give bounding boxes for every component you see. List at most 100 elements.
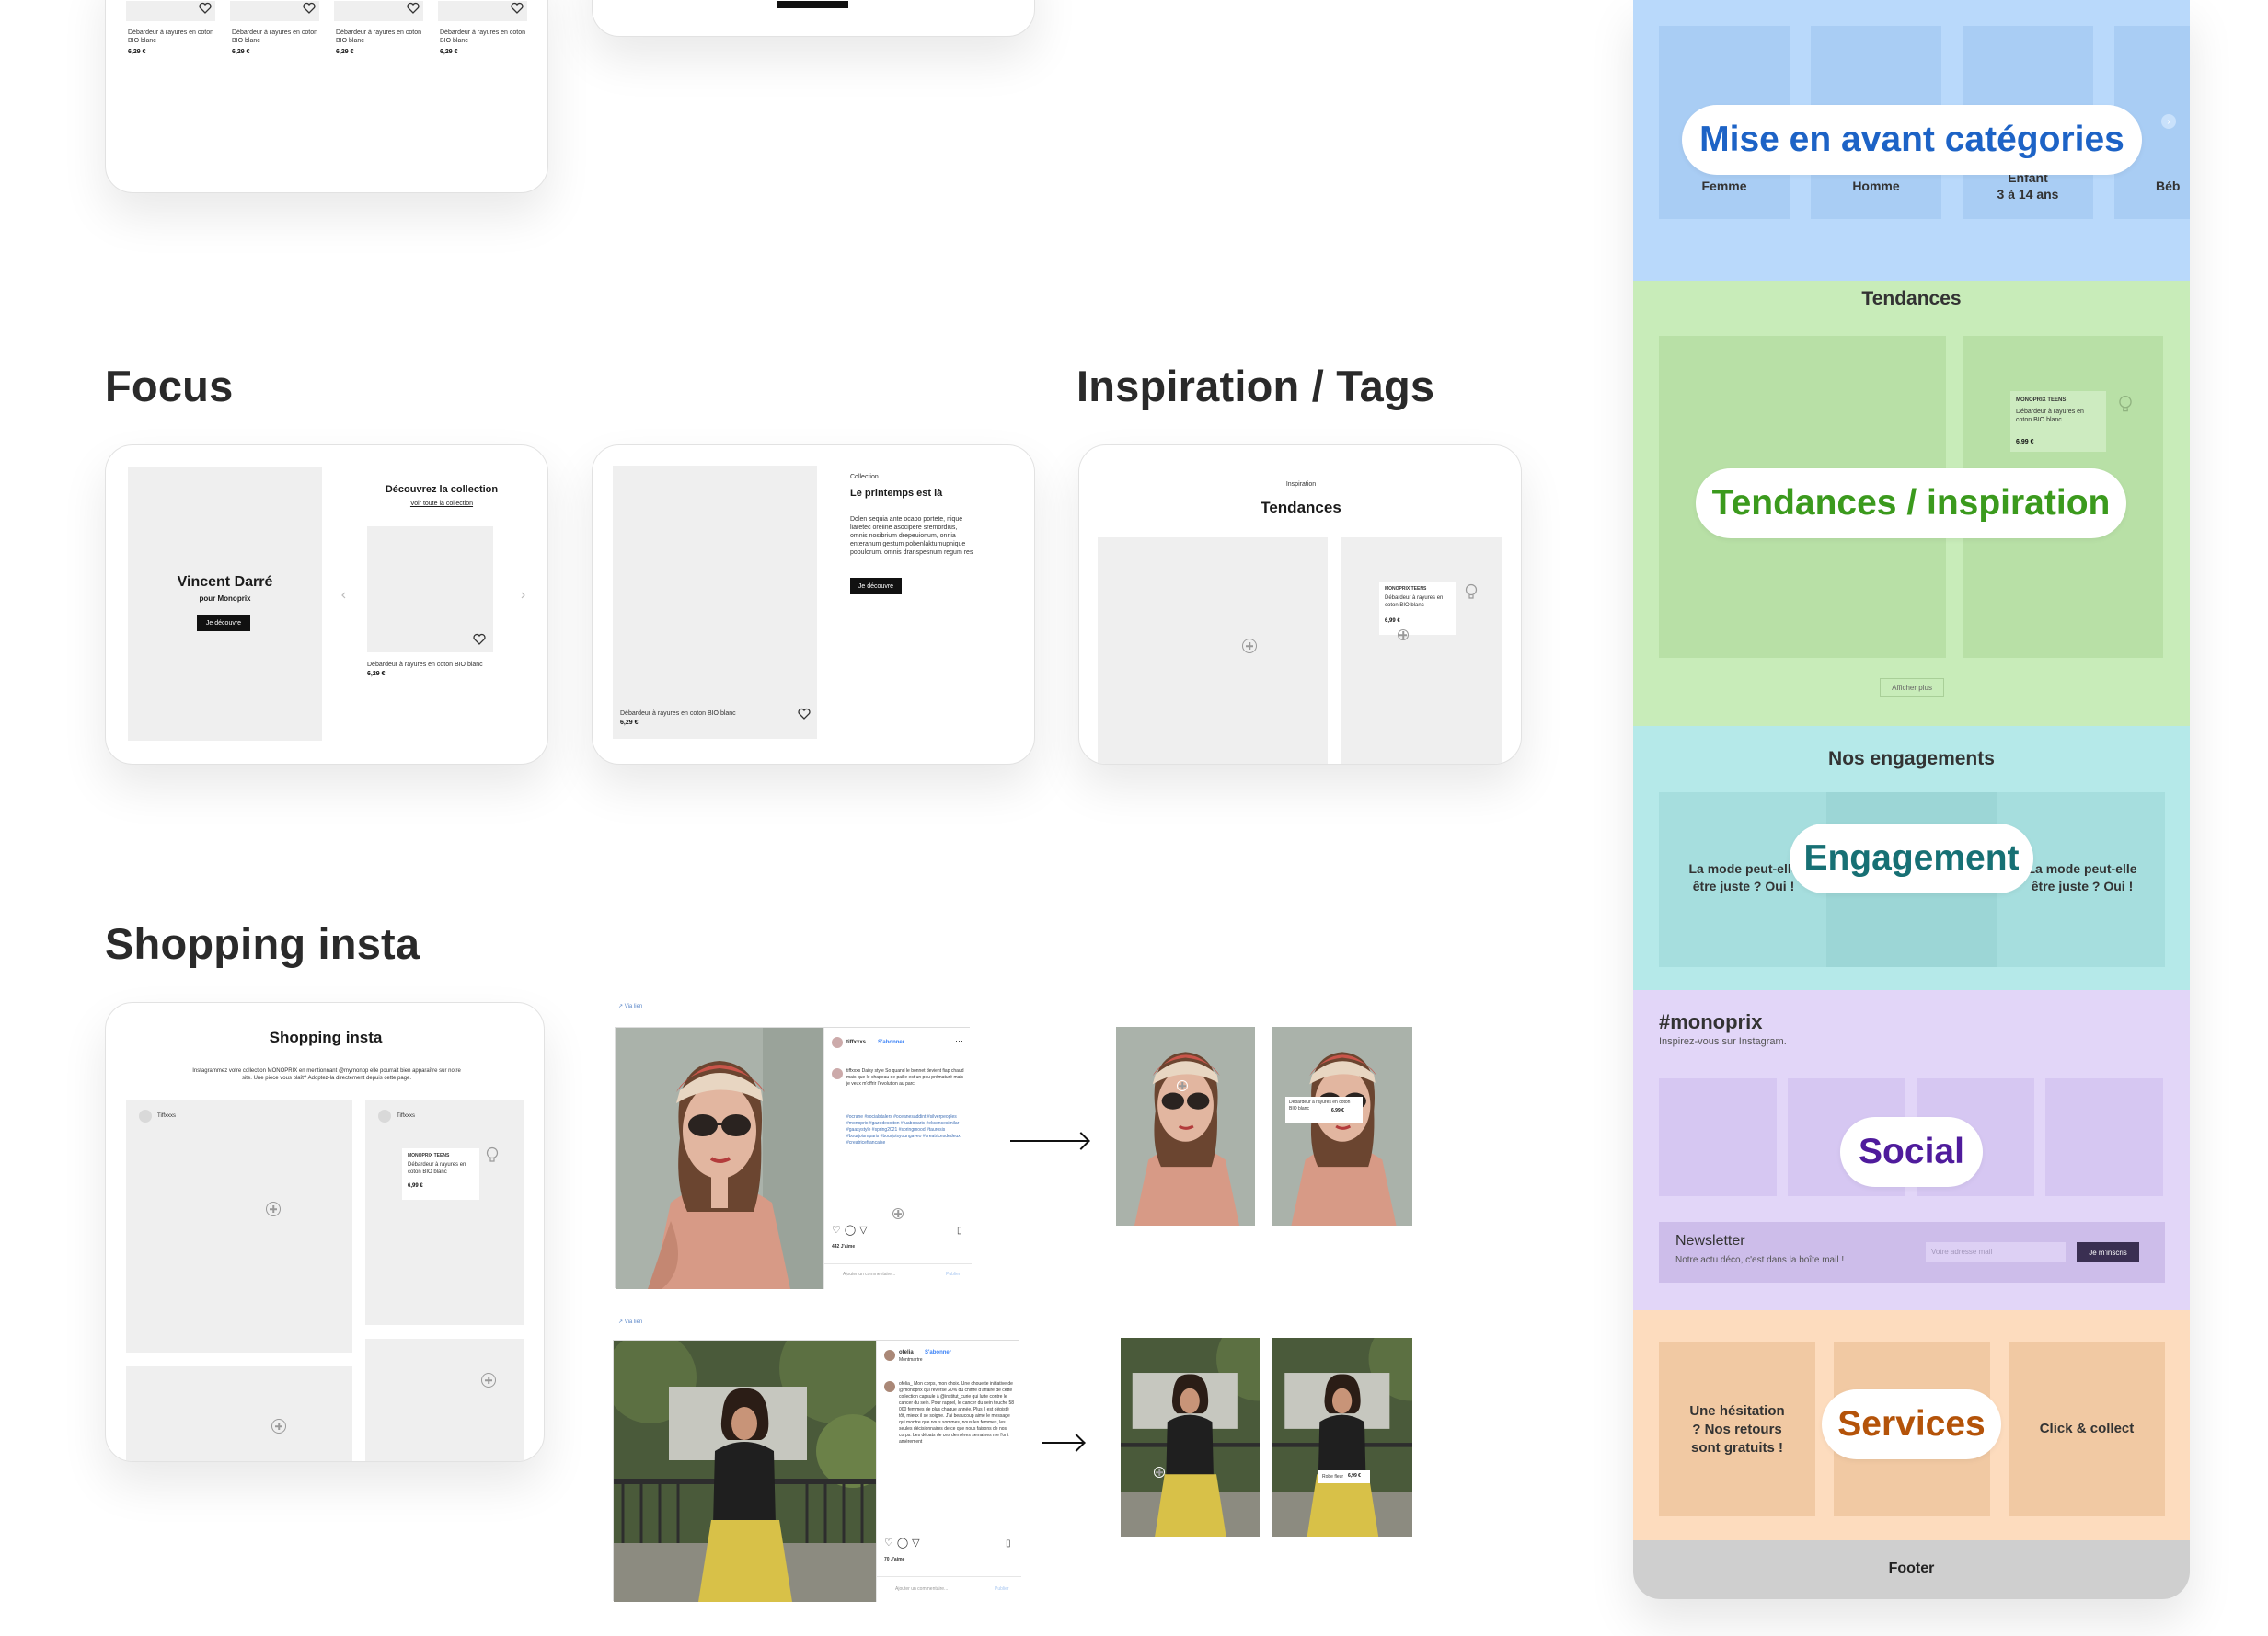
inspiration-image-right (1341, 537, 1502, 764)
avatar (884, 1381, 895, 1392)
more-icon[interactable]: ⋯ (955, 1037, 963, 1045)
avatar (884, 1350, 895, 1361)
section-engagement: Nos engagements La mode peut-elle être j… (1633, 726, 2190, 990)
product-price: 6,29 € (336, 49, 354, 55)
product-image (613, 466, 817, 739)
tag-brand: MONOPRIX TEENS (1385, 586, 1427, 592)
via-link[interactable]: ↗ Via lien (618, 1003, 642, 1011)
comment-input[interactable]: Ajouter un commentaire... (843, 1271, 895, 1279)
inspiration-card: Inspiration Tendances MONOPRIX TEENS Déb… (1078, 444, 1522, 765)
avatar (139, 1110, 152, 1123)
bookmark-icon[interactable]: ▯ (957, 1227, 962, 1236)
via-link[interactable]: ↗ Via lien (618, 1319, 642, 1327)
trends-heading: Tendances (1861, 288, 1962, 309)
add-icon[interactable] (481, 1373, 496, 1388)
engagement-heading: Nos engagements (1828, 748, 1995, 769)
section-label-services: Services (1822, 1389, 2001, 1459)
insta-username: Tiffxxxs (397, 1113, 416, 1119)
section-trends: Tendances MONOPRIX TEENS Débardeur à ray… (1633, 281, 2190, 726)
tag-brand: MONOPRIX TEENS (408, 1153, 450, 1158)
footer: Footer (1633, 1540, 2190, 1599)
product-tag[interactable]: MONOPRIX TEENS Débardeur à rayures en co… (2010, 391, 2106, 452)
instagram-post-2: ofelia_ S'abonner Montmartre ofelia_ Mon… (613, 1340, 1021, 1602)
action-icons[interactable]: ♡◯▽ (884, 1538, 924, 1549)
insta-username: Tiffxxxs (157, 1113, 177, 1119)
heart-icon[interactable] (198, 1, 213, 16)
collection-link[interactable]: Voir toute la collection (345, 501, 538, 507)
product-tag[interactable]: Robe fleur 6,99 € (1318, 1470, 1370, 1483)
heart-icon[interactable] (302, 1, 317, 16)
service-text: Click & collect (2039, 1421, 2135, 1436)
product-label: Débardeur à rayures en coton BIO blanc (440, 29, 525, 44)
add-icon[interactable] (271, 1419, 286, 1434)
tag-brand: MONOPRIX TEENS (2016, 397, 2067, 403)
product-tag[interactable]: MONOPRIX TEENS Débardeur à rayures en co… (402, 1148, 479, 1200)
heart-icon[interactable] (406, 1, 420, 16)
divider (877, 1576, 1021, 1577)
show-more-button[interactable]: Afficher plus (1880, 678, 1944, 697)
photo-woman-garden (614, 1341, 876, 1602)
chevron-right-icon[interactable] (518, 591, 527, 600)
tag-label: Débardeur à rayures en coton BIO blanc (408, 1162, 466, 1175)
hero-cta-button[interactable]: Je découvre (197, 615, 250, 631)
newsletter-text: Notre actu déco, c'est dans la boîte mai… (1675, 1255, 1845, 1265)
product-label: Débardeur à rayures en coton BIO blanc (128, 29, 213, 44)
insta-tile (126, 1100, 352, 1353)
product-label: Débardeur à rayures en coton BIO blanc (336, 29, 421, 44)
post-sidebar: tiffxxxs S'abonner ⋯ tiffxxxs Daisy styl… (823, 1028, 972, 1289)
top-card-2 (592, 0, 1035, 37)
chevron-left-icon[interactable] (340, 591, 349, 600)
add-icon[interactable] (1242, 639, 1257, 653)
add-icon[interactable] (1154, 1467, 1165, 1478)
result-photo-2a (1121, 1338, 1260, 1537)
post-username[interactable]: tiffxxxs (846, 1039, 866, 1047)
section-label-categories: Mise en avant catégories (1682, 105, 2142, 175)
social-tile[interactable] (1659, 1078, 1777, 1196)
add-icon[interactable] (266, 1202, 281, 1216)
carousel-next-icon[interactable]: › (2161, 114, 2176, 129)
email-input[interactable]: Votre adresse mail (1926, 1242, 2066, 1262)
tag-price: 6,99 € (1331, 1108, 1344, 1113)
heart-icon[interactable] (797, 707, 812, 721)
follow-link[interactable]: S'abonner (925, 1349, 951, 1357)
social-subheading: Inspirez-vous sur Instagram. (1659, 1036, 1787, 1047)
tag-price: 6,99 € (2016, 439, 2034, 445)
heart-icon[interactable] (510, 1, 524, 16)
product-label: Débardeur à rayures en coton BIO blanc (232, 29, 317, 44)
follow-link[interactable]: S'abonner (878, 1039, 904, 1047)
section-label-engagement: Engagement (1790, 824, 2033, 893)
focus-card-2: Débardeur à rayures en coton BIO blanc 6… (592, 444, 1035, 765)
instagram-post-1: tiffxxxs S'abonner ⋯ tiffxxxs Daisy styl… (615, 1027, 972, 1289)
collection-eyebrow: Collection (850, 474, 879, 480)
cta-button[interactable] (777, 1, 848, 8)
add-icon[interactable] (1398, 629, 1409, 640)
publish-button[interactable]: Publier (946, 1271, 961, 1279)
result-photo-2b: Robe fleur 6,99 € (1272, 1338, 1412, 1537)
product-label: Débardeur à rayures en coton BIO blanc (367, 662, 483, 668)
category-label: Homme (1852, 179, 1900, 193)
bookmark-icon[interactable]: ▯ (1006, 1539, 1011, 1549)
subscribe-button[interactable]: Je m'inscris (2077, 1242, 2139, 1262)
newsletter-title: Newsletter (1675, 1233, 1745, 1249)
social-tile[interactable] (2045, 1078, 2163, 1196)
bulb-icon (1465, 583, 1478, 599)
section-services: Une hésitation ? Nos retours sont gratui… (1633, 1310, 2190, 1540)
service-text: Une hésitation ? Nos retours sont gratui… (1689, 1403, 1785, 1456)
add-icon[interactable] (1177, 1080, 1188, 1091)
arrow-right-icon (1042, 1442, 1083, 1444)
bulb-icon (486, 1146, 499, 1162)
tag-price: 6,99 € (1348, 1473, 1361, 1479)
add-icon[interactable] (892, 1208, 904, 1219)
action-icons[interactable]: ♡◯▽ (832, 1226, 871, 1236)
comment-input[interactable]: Ajouter un commentaire... (895, 1585, 948, 1594)
section-social: #monoprix Inspirez-vous sur Instagram. S… (1633, 990, 2190, 1310)
product-tag[interactable]: MONOPRIX TEENS Débardeur à rayures en co… (1379, 582, 1456, 635)
hero-title: Vincent Darré (177, 574, 273, 590)
product-price: 6,29 € (620, 720, 639, 726)
publish-button[interactable]: Publier (995, 1585, 1009, 1594)
hero-subtitle: pour Monoprix (199, 594, 251, 603)
product-tag[interactable]: Débardeur à rayures en coton BIO blanc 6… (1285, 1097, 1363, 1123)
discover-button[interactable]: Je découvre (850, 578, 902, 594)
heart-icon[interactable] (472, 632, 487, 647)
section-title-focus: Focus (105, 362, 234, 410)
